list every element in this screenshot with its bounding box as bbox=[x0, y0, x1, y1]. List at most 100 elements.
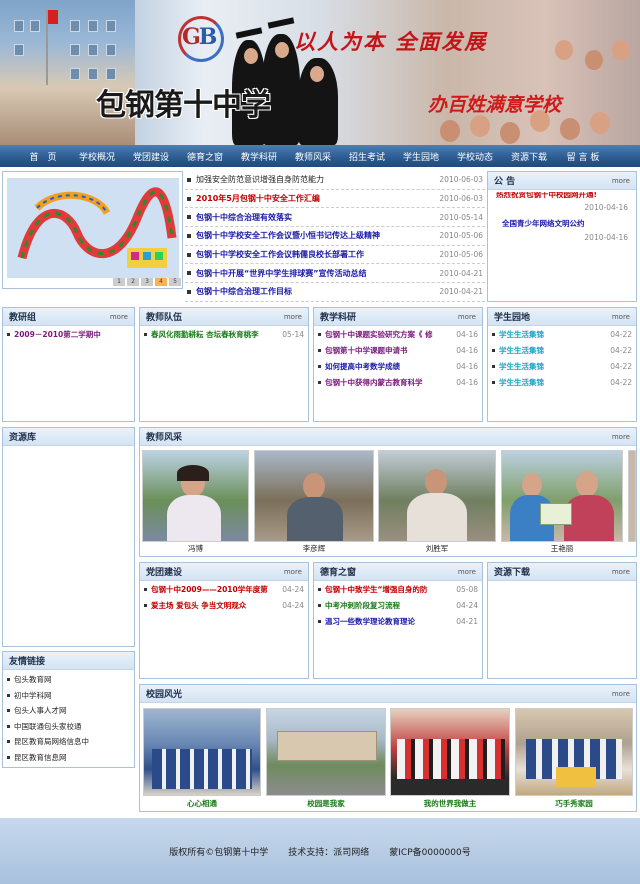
teacher-photo[interactable] bbox=[254, 450, 374, 542]
nav-admissions[interactable]: 招生考试 bbox=[349, 153, 385, 163]
list-item[interactable]: 包钢十中致学生“增强自身的防 05-08 bbox=[314, 581, 482, 597]
link-item[interactable]: 昆区教育局网络信息中 bbox=[3, 734, 134, 750]
slider-page-4[interactable]: 4 bbox=[155, 278, 167, 286]
slider-page-1[interactable]: 1 bbox=[113, 278, 125, 286]
link-item[interactable]: 包头人事人才网 bbox=[3, 703, 134, 719]
list-item-title[interactable]: 包钢十中课题实验研究方案《 修 bbox=[325, 329, 452, 340]
nav-about[interactable]: 学校概况 bbox=[79, 153, 115, 163]
footer-support[interactable]: 技术支持：派司网络 bbox=[288, 845, 369, 858]
bullet-icon bbox=[187, 233, 191, 238]
campus-photo[interactable] bbox=[266, 708, 386, 796]
list-item[interactable]: 温习一些数学理论教育理论 04-21 bbox=[314, 613, 482, 629]
more-link[interactable]: more bbox=[284, 568, 302, 576]
more-link[interactable]: more bbox=[612, 313, 630, 321]
news-title[interactable]: 包钢十中学校安全工作会议暨小恒书记传达上级精神 bbox=[196, 230, 439, 241]
list-item-title[interactable]: 学生生活集锦 bbox=[499, 377, 606, 388]
campus-photo[interactable] bbox=[515, 708, 633, 796]
list-item[interactable]: 中考冲刺阶段复习流程 04-24 bbox=[314, 597, 482, 613]
list-item-date: 04-24 bbox=[456, 600, 478, 610]
list-item[interactable]: 2009－2010第二学期中 bbox=[3, 326, 134, 342]
list-item[interactable]: 包钢十中获得内蒙古教育科学 04-16 bbox=[314, 374, 482, 390]
more-link[interactable]: more bbox=[458, 313, 476, 321]
list-item-title[interactable]: 中考冲刺阶段复习流程 bbox=[325, 600, 452, 611]
list-item-title[interactable]: 学生生活集锦 bbox=[499, 361, 606, 372]
link-label[interactable]: 包头人事人才网 bbox=[14, 705, 130, 716]
news-title[interactable]: 加强安全防范意识增强自身防范能力 bbox=[196, 174, 439, 185]
campus-photo[interactable] bbox=[143, 708, 261, 796]
link-label[interactable]: 初中学科网 bbox=[14, 690, 130, 701]
news-title[interactable]: 包钢十中综合治理有效落实 bbox=[196, 212, 439, 223]
link-item[interactable]: 包头教育网 bbox=[3, 672, 134, 688]
list-item[interactable]: 学生生活集锦 04-22 bbox=[488, 374, 636, 390]
news-item[interactable]: 包钢十中综合治理工作目标 2010-04-21 bbox=[185, 283, 485, 302]
more-link[interactable]: more bbox=[458, 568, 476, 576]
news-title[interactable]: 包钢十中学校安全工作会议韩儒良校长部署工作 bbox=[196, 249, 439, 260]
nav-party[interactable]: 党团建设 bbox=[133, 153, 169, 163]
list-item-title[interactable]: 春风化雨勤耕耘 杏坛春秋育桃李 bbox=[151, 329, 278, 340]
link-label[interactable]: 中国联通包头家校通 bbox=[14, 721, 130, 732]
more-link[interactable]: more bbox=[612, 433, 630, 441]
link-item[interactable]: 中国联通包头家校通 bbox=[3, 719, 134, 735]
news-item[interactable]: 包钢十中学校安全工作会议韩儒良校长部署工作 2010-05-06 bbox=[185, 246, 485, 265]
slider-page-2[interactable]: 2 bbox=[127, 278, 139, 286]
more-link[interactable]: more bbox=[612, 690, 630, 698]
list-item-title[interactable]: 爱主场 爱包头 争当文明观众 bbox=[151, 600, 278, 611]
nav-moral[interactable]: 德育之窗 bbox=[187, 153, 223, 163]
footer-icp[interactable]: 蒙ICP备0000000号 bbox=[389, 845, 470, 858]
list-item-title[interactable]: 2009－2010第二学期中 bbox=[14, 329, 130, 340]
more-link[interactable]: more bbox=[612, 568, 630, 576]
image-slider[interactable] bbox=[2, 171, 183, 289]
list-item[interactable]: 包钢第十中学课题申请书 04-16 bbox=[314, 342, 482, 358]
list-item-title[interactable]: 包钢第十中学课题申请书 bbox=[325, 345, 452, 356]
nav-teachers[interactable]: 教师风采 bbox=[295, 153, 331, 163]
link-label[interactable]: 昆区教育局网络信息中 bbox=[14, 736, 130, 747]
news-item[interactable]: 包钢十中开展“世界中学生排球赛”宣传活动总结 2010-04-21 bbox=[185, 264, 485, 284]
more-link[interactable]: more bbox=[284, 313, 302, 321]
teacher-photo[interactable] bbox=[142, 450, 249, 542]
nav-research[interactable]: 教学科研 bbox=[241, 153, 277, 163]
list-item[interactable]: 包钢十中课题实验研究方案《 修 04-16 bbox=[314, 326, 482, 342]
nav-downloads[interactable]: 资源下载 bbox=[511, 153, 547, 163]
notice-item[interactable]: 全国青少年网络文明公约 bbox=[496, 218, 628, 229]
nav-home[interactable]: 首 页 bbox=[29, 153, 56, 163]
slider-page-5[interactable]: 5 bbox=[169, 278, 181, 286]
nav-guestbook[interactable]: 留 言 板 bbox=[567, 153, 600, 163]
teacher-photo[interactable] bbox=[501, 450, 623, 542]
list-item-title[interactable]: 学生生活集锦 bbox=[499, 345, 606, 356]
list-item-title[interactable]: 包钢十中致学生“增强自身的防 bbox=[325, 584, 452, 595]
list-item-title[interactable]: 包钢十中2009——2010学年度第 bbox=[151, 584, 278, 595]
slider-image[interactable] bbox=[7, 178, 179, 278]
list-item-title[interactable]: 温习一些数学理论教育理论 bbox=[325, 616, 452, 627]
more-link[interactable]: more bbox=[110, 313, 128, 321]
news-title[interactable]: 2010年5月包钢十中安全工作汇编 bbox=[196, 193, 439, 204]
news-item[interactable]: 2010年5月包钢十中安全工作汇编 2010-06-03 bbox=[185, 190, 485, 209]
list-item[interactable]: 学生生活集锦 04-22 bbox=[488, 342, 636, 358]
notice-item[interactable]: 热烈祝贺包钢十中校园网开通! bbox=[496, 192, 628, 201]
list-item[interactable]: 如何提高中考数学成绩 04-16 bbox=[314, 358, 482, 374]
news-item[interactable]: 包钢十中学校安全工作会议暨小恒书记传达上级精神 2010-05-06 bbox=[185, 227, 485, 246]
list-item-title[interactable]: 如何提高中考数学成绩 bbox=[325, 361, 452, 372]
link-item[interactable]: 昆区教育信息网 bbox=[3, 750, 134, 766]
face bbox=[500, 122, 520, 144]
face bbox=[590, 112, 610, 134]
nav-students[interactable]: 学生园地 bbox=[403, 153, 439, 163]
nav-news[interactable]: 学校动态 bbox=[457, 153, 493, 163]
news-item[interactable]: 加强安全防范意识增强自身防范能力 2010-06-03 bbox=[185, 171, 485, 190]
teacher-photo[interactable] bbox=[378, 450, 496, 542]
slider-page-3[interactable]: 3 bbox=[141, 278, 153, 286]
news-title[interactable]: 包钢十中综合治理工作目标 bbox=[196, 286, 439, 297]
list-item-title[interactable]: 学生生活集锦 bbox=[499, 329, 606, 340]
list-item[interactable]: 爱主场 爱包头 争当文明观众 04-24 bbox=[140, 597, 308, 613]
list-item[interactable]: 春风化雨勤耕耘 杏坛春秋育桃李 05-14 bbox=[140, 326, 308, 342]
news-title[interactable]: 包钢十中开展“世界中学生排球赛”宣传活动总结 bbox=[196, 268, 439, 279]
link-item[interactable]: 初中学科网 bbox=[3, 688, 134, 704]
list-item-title[interactable]: 包钢十中获得内蒙古教育科学 bbox=[325, 377, 452, 388]
link-label[interactable]: 昆区教育信息网 bbox=[14, 752, 130, 763]
list-item[interactable]: 学生生活集锦 04-22 bbox=[488, 326, 636, 342]
campus-photo[interactable] bbox=[390, 708, 510, 796]
list-item[interactable]: 包钢十中2009——2010学年度第 04-24 bbox=[140, 581, 308, 597]
notice-more-link[interactable]: more bbox=[612, 177, 630, 185]
link-label[interactable]: 包头教育网 bbox=[14, 674, 130, 685]
list-item[interactable]: 学生生活集锦 04-22 bbox=[488, 358, 636, 374]
news-item[interactable]: 包钢十中综合治理有效落实 2010-05-14 bbox=[185, 208, 485, 228]
